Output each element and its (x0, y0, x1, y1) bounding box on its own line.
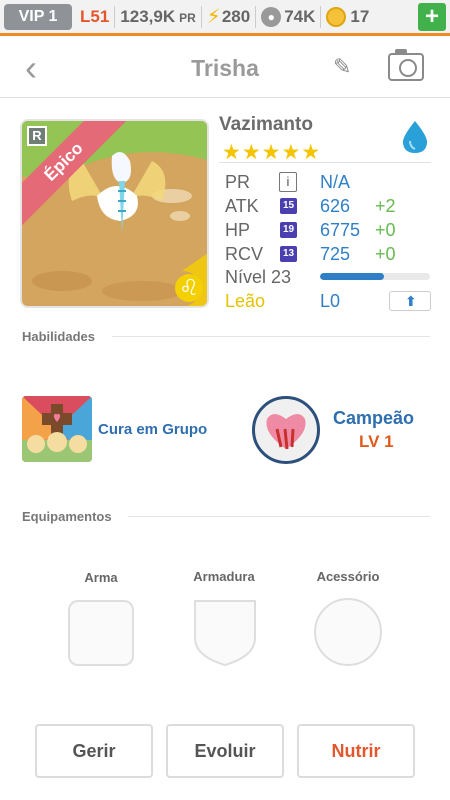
lightning-icon: ⚡ (206, 6, 221, 28)
header: ‹ Trisha ✎ (0, 38, 450, 98)
coin-counter[interactable]: 17 (326, 6, 370, 27)
divider (320, 5, 322, 28)
coin-value: 17 (350, 6, 370, 26)
status-bar: VIP 1 L51 123,9K PR ⚡ 280 ● 74K 17 + (0, 0, 450, 36)
page-title: Trisha (191, 55, 259, 81)
stat-rank-badge: 13 (280, 246, 297, 262)
level-progress-fill (320, 273, 384, 280)
player-power: 123,9K PR (120, 7, 196, 27)
divider (114, 5, 116, 28)
camera-icon[interactable] (388, 49, 424, 81)
stat-label: PR (225, 172, 251, 192)
stat-bonus: +0 (375, 220, 396, 240)
divider (200, 5, 202, 28)
level-progress-bar (320, 273, 430, 280)
add-currency-button[interactable]: + (418, 2, 446, 31)
paw-icon: ● (261, 6, 282, 27)
paw-value: 74K (284, 6, 316, 26)
stat-value: 626 (320, 196, 351, 216)
stat-rank-badge: 19 (280, 222, 297, 238)
evolve-button[interactable]: Evoluir (166, 724, 284, 778)
divider (219, 162, 431, 163)
stat-label: ATK (225, 196, 259, 216)
divider (112, 336, 430, 337)
feed-button[interactable]: Nutrir (297, 724, 415, 778)
divider (128, 516, 430, 517)
group-heal-skill-icon[interactable] (22, 396, 92, 462)
leo-zodiac-icon: ♌ (175, 274, 203, 302)
stat-label: HP (225, 220, 251, 240)
player-level: L51 (80, 6, 110, 26)
stat-row-atk: ATK 15 626 +2 (225, 196, 431, 218)
edit-pencil-icon[interactable]: ✎ (333, 54, 351, 80)
coin-icon (326, 6, 347, 27)
stat-label: RCV (225, 244, 264, 264)
stat-bonus: +0 (375, 244, 396, 264)
stat-bonus: +2 (375, 196, 396, 216)
monster-portrait[interactable]: Épico R ♌ (20, 119, 209, 308)
skill-name[interactable]: Cura em Grupo (98, 421, 207, 438)
monster-name: Vazimanto (219, 114, 313, 135)
weapon-slot[interactable] (68, 600, 134, 666)
paw-counter[interactable]: ● 74K (261, 6, 316, 27)
power-unit: PR (179, 10, 196, 25)
manage-button[interactable]: Gerir (35, 724, 153, 778)
group-heal-artwork (22, 396, 92, 462)
sign-label: Leão (225, 291, 266, 311)
water-drop-icon (402, 121, 428, 153)
energy-counter[interactable]: ⚡ 280 (207, 4, 250, 29)
champion-skill-icon[interactable] (252, 396, 320, 464)
info-icon[interactable]: i (279, 172, 297, 192)
rarity-badge: R (27, 126, 47, 146)
stat-row-hp: HP 19 6775 +0 (225, 220, 431, 242)
energy-value: 280 (221, 6, 251, 26)
stat-rank-badge: 15 (280, 198, 297, 214)
armor-slot-label: Armadura (193, 569, 255, 584)
stat-row-rcv: RCV 13 725 +0 (225, 244, 431, 266)
skill-name[interactable]: Campeão (333, 408, 414, 429)
level-label: Nível 23 (225, 267, 292, 287)
stat-row-pr: PR i N/A (225, 172, 431, 194)
stat-value: N/A (320, 172, 351, 192)
abilities-section-title: Habilidades (22, 329, 95, 344)
sign-value: L0 (320, 291, 341, 311)
up-arrow-icon: ⬆ (405, 293, 417, 309)
equipment-section-title: Equipamentos (22, 509, 112, 524)
accessory-slot[interactable] (314, 598, 382, 666)
power-value: 123,9K (120, 6, 176, 26)
upgrade-button[interactable]: ⬆ (389, 291, 431, 311)
accessory-slot-label: Acessório (316, 569, 380, 584)
skill-level: LV 1 (359, 432, 394, 451)
weapon-slot-label: Arma (84, 570, 118, 585)
divider (255, 5, 257, 28)
armor-slot[interactable] (191, 598, 259, 668)
vip-badge[interactable]: VIP 1 (4, 3, 72, 30)
stat-value: 6775 (320, 220, 361, 240)
champion-artwork (266, 414, 306, 450)
stat-value: 725 (320, 244, 351, 264)
